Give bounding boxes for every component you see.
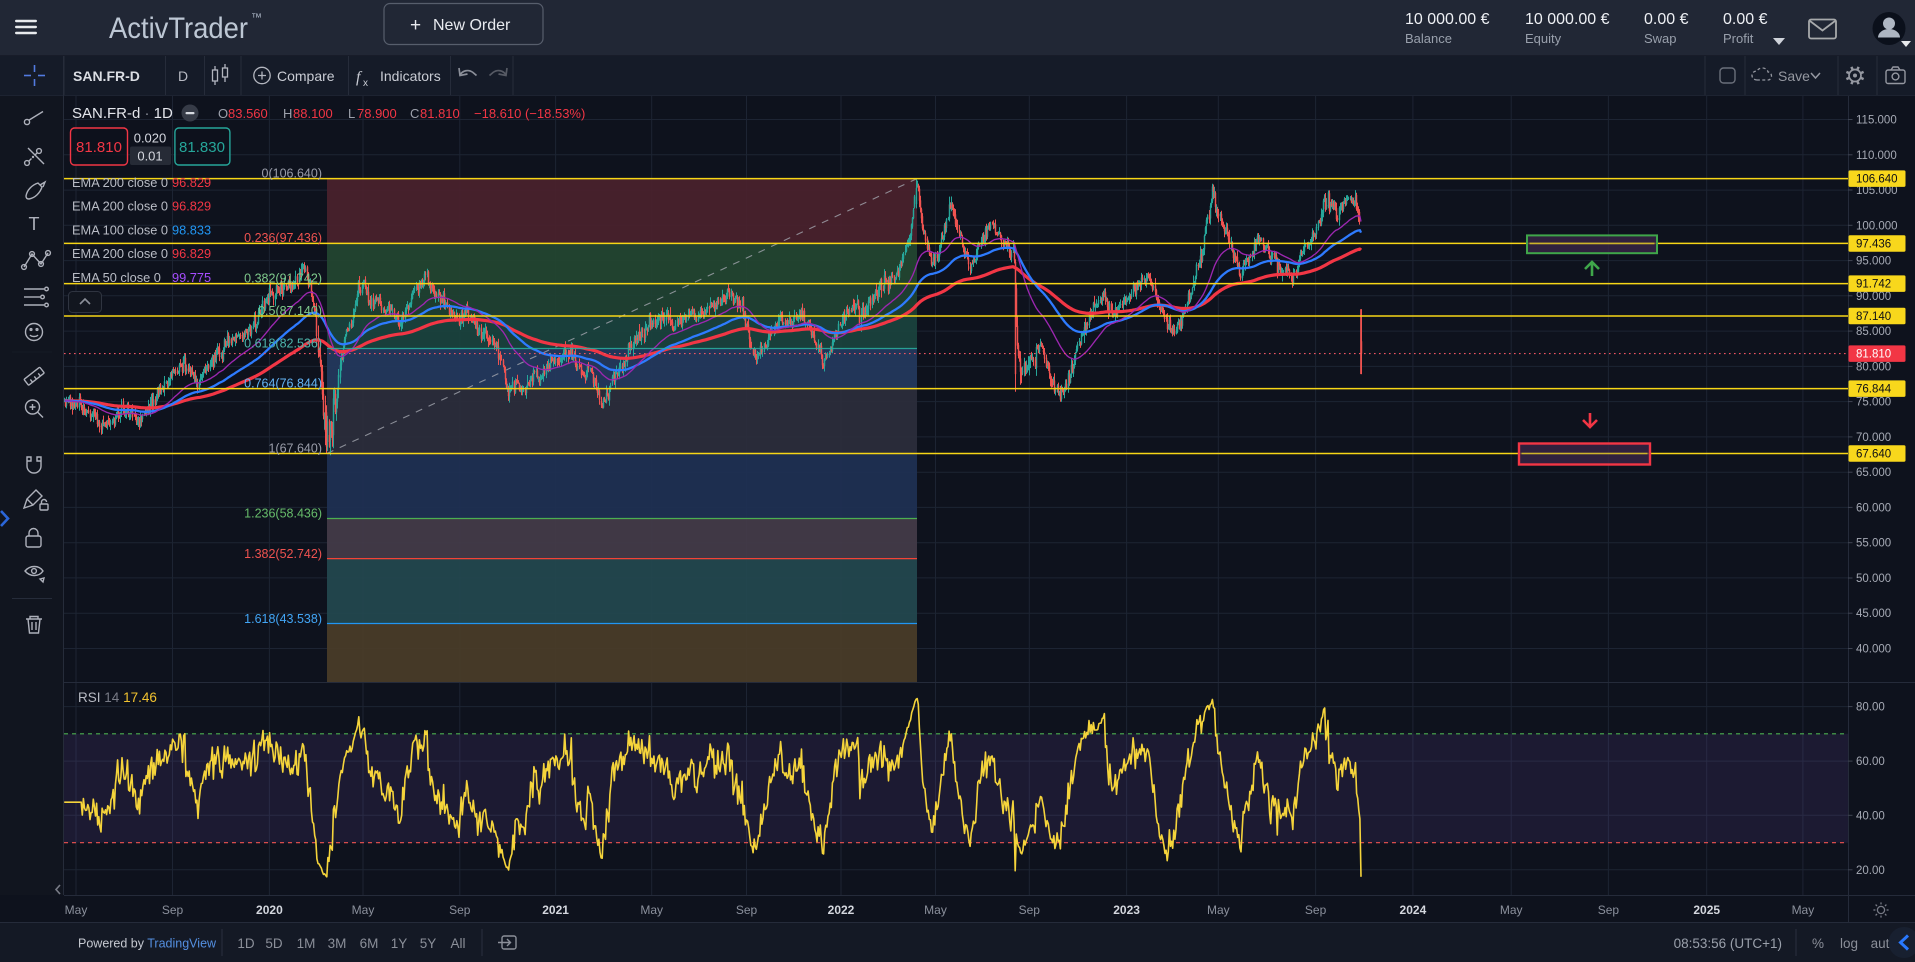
svg-text:EMA 100 close 0: EMA 100 close 0 — [72, 223, 168, 238]
svg-text:™: ™ — [251, 12, 262, 24]
svg-text:New Order: New Order — [433, 17, 511, 34]
svg-text:EMA 200 close 0: EMA 200 close 0 — [72, 246, 168, 261]
svg-text:96.829: 96.829 — [172, 199, 211, 214]
svg-text:78.900: 78.900 — [357, 106, 397, 121]
svg-text:D: D — [178, 68, 188, 84]
svg-text:10 000.00 €: 10 000.00 € — [1405, 11, 1490, 28]
svg-text:x: x — [363, 78, 368, 89]
svg-text:Equity: Equity — [1525, 31, 1562, 46]
svg-text:1Y: 1Y — [391, 936, 408, 951]
svg-text:96.829: 96.829 — [172, 246, 211, 261]
svg-text:83.560: 83.560 — [228, 106, 268, 121]
svg-text:Powered by TradingView: Powered by TradingView — [78, 937, 217, 951]
svg-text:+: + — [410, 15, 421, 36]
svg-text:aut: aut — [1871, 936, 1890, 951]
svg-text:C: C — [410, 106, 419, 121]
svg-text:10 000.00 €: 10 000.00 € — [1525, 11, 1610, 28]
svg-text:T: T — [29, 214, 40, 234]
svg-text:Indicators: Indicators — [380, 68, 441, 84]
svg-text:0.00 €: 0.00 € — [1644, 11, 1689, 28]
svg-text:All: All — [450, 936, 465, 951]
svg-text:Profit: Profit — [1723, 31, 1754, 46]
svg-text:08:53:56 (UTC+1): 08:53:56 (UTC+1) — [1674, 936, 1782, 951]
svg-text:L: L — [348, 106, 355, 121]
svg-text:H: H — [283, 106, 292, 121]
svg-text:Save: Save — [1778, 68, 1810, 84]
svg-text:5D: 5D — [265, 936, 283, 951]
svg-text:Swap: Swap — [1644, 31, 1677, 46]
svg-text:98.833: 98.833 — [172, 223, 211, 238]
svg-text:6M: 6M — [360, 936, 379, 951]
svg-text:96.829: 96.829 — [172, 175, 211, 190]
svg-text:Balance: Balance — [1405, 31, 1452, 46]
svg-text:RSI 14 17.46: RSI 14 17.46 — [78, 690, 157, 705]
svg-text:EMA 200 close 0: EMA 200 close 0 — [72, 199, 168, 214]
svg-text:Compare: Compare — [277, 68, 335, 84]
svg-text:5Y: 5Y — [420, 936, 437, 951]
svg-text:1M: 1M — [297, 936, 316, 951]
svg-text:%: % — [1812, 936, 1824, 951]
svg-text:0.020: 0.020 — [134, 131, 167, 146]
svg-text:99.775: 99.775 — [172, 270, 211, 285]
svg-text:88.100: 88.100 — [293, 106, 333, 121]
svg-text:−18.610 (−18.53%): −18.610 (−18.53%) — [474, 106, 585, 121]
svg-text:3M: 3M — [328, 936, 347, 951]
svg-text:0.00 €: 0.00 € — [1723, 11, 1768, 28]
svg-text:1D: 1D — [237, 936, 255, 951]
svg-text:EMA 200 close 0: EMA 200 close 0 — [72, 175, 168, 190]
svg-text:SAN.FR-d · 1D: SAN.FR-d · 1D — [72, 105, 173, 122]
svg-text:O: O — [218, 106, 228, 121]
svg-text:SAN.FR-D: SAN.FR-D — [73, 68, 140, 84]
svg-text:EMA 50 close 0: EMA 50 close 0 — [72, 270, 161, 285]
svg-text:81.830: 81.830 — [179, 139, 225, 156]
svg-text:log: log — [1840, 936, 1858, 951]
svg-text:0.01: 0.01 — [137, 149, 162, 164]
svg-text:81.810: 81.810 — [76, 139, 122, 156]
svg-text:ActivTrader: ActivTrader — [109, 12, 248, 45]
svg-text:81.810: 81.810 — [420, 106, 460, 121]
